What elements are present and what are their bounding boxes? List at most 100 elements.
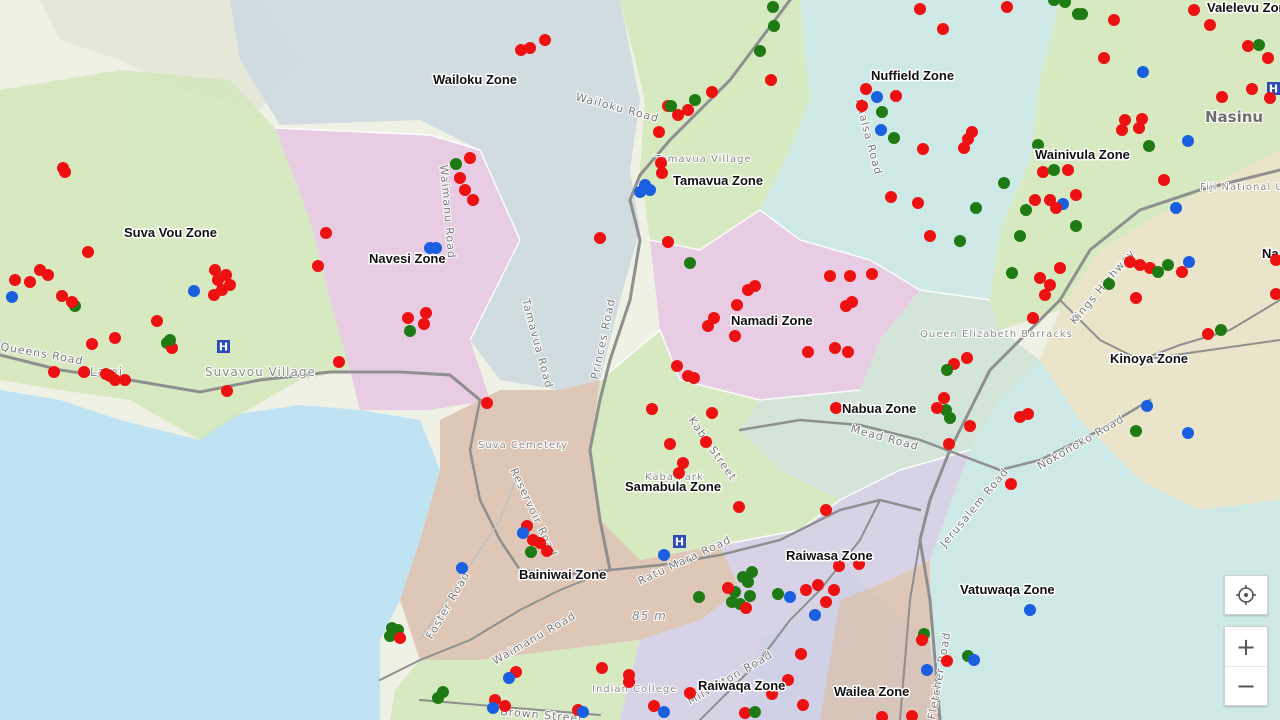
red-marker[interactable] <box>1054 262 1066 274</box>
green-marker[interactable] <box>1143 140 1155 152</box>
red-marker[interactable] <box>224 279 236 291</box>
green-marker[interactable] <box>744 590 756 602</box>
red-marker[interactable] <box>706 86 718 98</box>
red-marker[interactable] <box>420 307 432 319</box>
red-marker[interactable] <box>702 320 714 332</box>
blue-marker[interactable] <box>921 664 933 676</box>
green-marker[interactable] <box>689 94 701 106</box>
green-marker[interactable] <box>998 177 1010 189</box>
red-marker[interactable] <box>1005 478 1017 490</box>
green-marker[interactable] <box>772 588 784 600</box>
red-marker[interactable] <box>885 191 897 203</box>
red-marker[interactable] <box>938 392 950 404</box>
red-marker[interactable] <box>671 360 683 372</box>
red-marker[interactable] <box>1246 83 1258 95</box>
red-marker[interactable] <box>86 338 98 350</box>
red-marker[interactable] <box>539 34 551 46</box>
red-marker[interactable] <box>48 366 60 378</box>
red-marker[interactable] <box>958 142 970 154</box>
red-marker[interactable] <box>1176 266 1188 278</box>
blue-marker[interactable] <box>517 527 529 539</box>
red-marker[interactable] <box>312 260 324 272</box>
blue-marker[interactable] <box>1182 427 1194 439</box>
red-marker[interactable] <box>66 296 78 308</box>
green-marker[interactable] <box>384 630 396 642</box>
red-marker[interactable] <box>221 385 233 397</box>
blue-marker[interactable] <box>809 609 821 621</box>
red-marker[interactable] <box>866 268 878 280</box>
red-marker[interactable] <box>731 299 743 311</box>
red-marker[interactable] <box>1202 328 1214 340</box>
red-marker[interactable] <box>1108 14 1120 26</box>
red-marker[interactable] <box>119 374 131 386</box>
green-marker[interactable] <box>1215 324 1227 336</box>
green-marker[interactable] <box>768 20 780 32</box>
blue-marker[interactable] <box>784 591 796 603</box>
red-marker[interactable] <box>820 596 832 608</box>
red-marker[interactable] <box>682 104 694 116</box>
red-marker[interactable] <box>459 184 471 196</box>
zoom-in-button[interactable]: + <box>1224 626 1268 666</box>
red-marker[interactable] <box>684 687 696 699</box>
red-marker[interactable] <box>795 648 807 660</box>
red-marker[interactable] <box>1062 164 1074 176</box>
red-marker[interactable] <box>9 274 21 286</box>
red-marker[interactable] <box>151 315 163 327</box>
red-marker[interactable] <box>1098 52 1110 64</box>
red-marker[interactable] <box>1070 189 1082 201</box>
red-marker[interactable] <box>648 700 660 712</box>
zoom-out-button[interactable]: − <box>1224 666 1268 706</box>
red-marker[interactable] <box>844 270 856 282</box>
red-marker[interactable] <box>418 318 430 330</box>
red-marker[interactable] <box>541 545 553 557</box>
red-marker[interactable] <box>59 166 71 178</box>
red-marker[interactable] <box>856 100 868 112</box>
red-marker[interactable] <box>656 167 668 179</box>
blue-marker[interactable] <box>1182 135 1194 147</box>
green-marker[interactable] <box>1006 267 1018 279</box>
red-marker[interactable] <box>594 232 606 244</box>
red-marker[interactable] <box>688 372 700 384</box>
red-marker[interactable] <box>722 582 734 594</box>
red-marker[interactable] <box>765 74 777 86</box>
green-marker[interactable] <box>1020 204 1032 216</box>
red-marker[interactable] <box>820 504 832 516</box>
blue-marker[interactable] <box>456 562 468 574</box>
green-marker[interactable] <box>944 412 956 424</box>
red-marker[interactable] <box>1116 124 1128 136</box>
zone-map[interactable]: Wailoku Road Princes Road Tamavua Road K… <box>0 0 1280 720</box>
red-marker[interactable] <box>1037 166 1049 178</box>
green-marker[interactable] <box>1152 266 1164 278</box>
green-marker[interactable] <box>1253 39 1265 51</box>
red-marker[interactable] <box>653 126 665 138</box>
red-marker[interactable] <box>812 579 824 591</box>
blue-marker[interactable] <box>1183 256 1195 268</box>
red-marker[interactable] <box>937 23 949 35</box>
red-marker[interactable] <box>1133 122 1145 134</box>
red-marker[interactable] <box>840 300 852 312</box>
red-marker[interactable] <box>740 602 752 614</box>
green-marker[interactable] <box>404 325 416 337</box>
green-marker[interactable] <box>888 132 900 144</box>
green-marker[interactable] <box>1076 8 1088 20</box>
red-marker[interactable] <box>56 290 68 302</box>
red-marker[interactable] <box>1130 292 1142 304</box>
red-marker[interactable] <box>828 584 840 596</box>
red-marker[interactable] <box>1158 174 1170 186</box>
red-marker[interactable] <box>729 330 741 342</box>
red-marker[interactable] <box>824 270 836 282</box>
red-marker[interactable] <box>467 194 479 206</box>
red-marker[interactable] <box>109 332 121 344</box>
green-marker[interactable] <box>941 364 953 376</box>
red-marker[interactable] <box>890 90 902 102</box>
blue-marker[interactable] <box>1024 604 1036 616</box>
green-marker[interactable] <box>665 100 677 112</box>
red-marker[interactable] <box>78 366 90 378</box>
red-marker[interactable] <box>623 676 635 688</box>
blue-marker[interactable] <box>871 91 883 103</box>
red-marker[interactable] <box>733 501 745 513</box>
red-marker[interactable] <box>961 352 973 364</box>
red-marker[interactable] <box>1204 19 1216 31</box>
red-marker[interactable] <box>860 83 872 95</box>
red-marker[interactable] <box>42 269 54 281</box>
